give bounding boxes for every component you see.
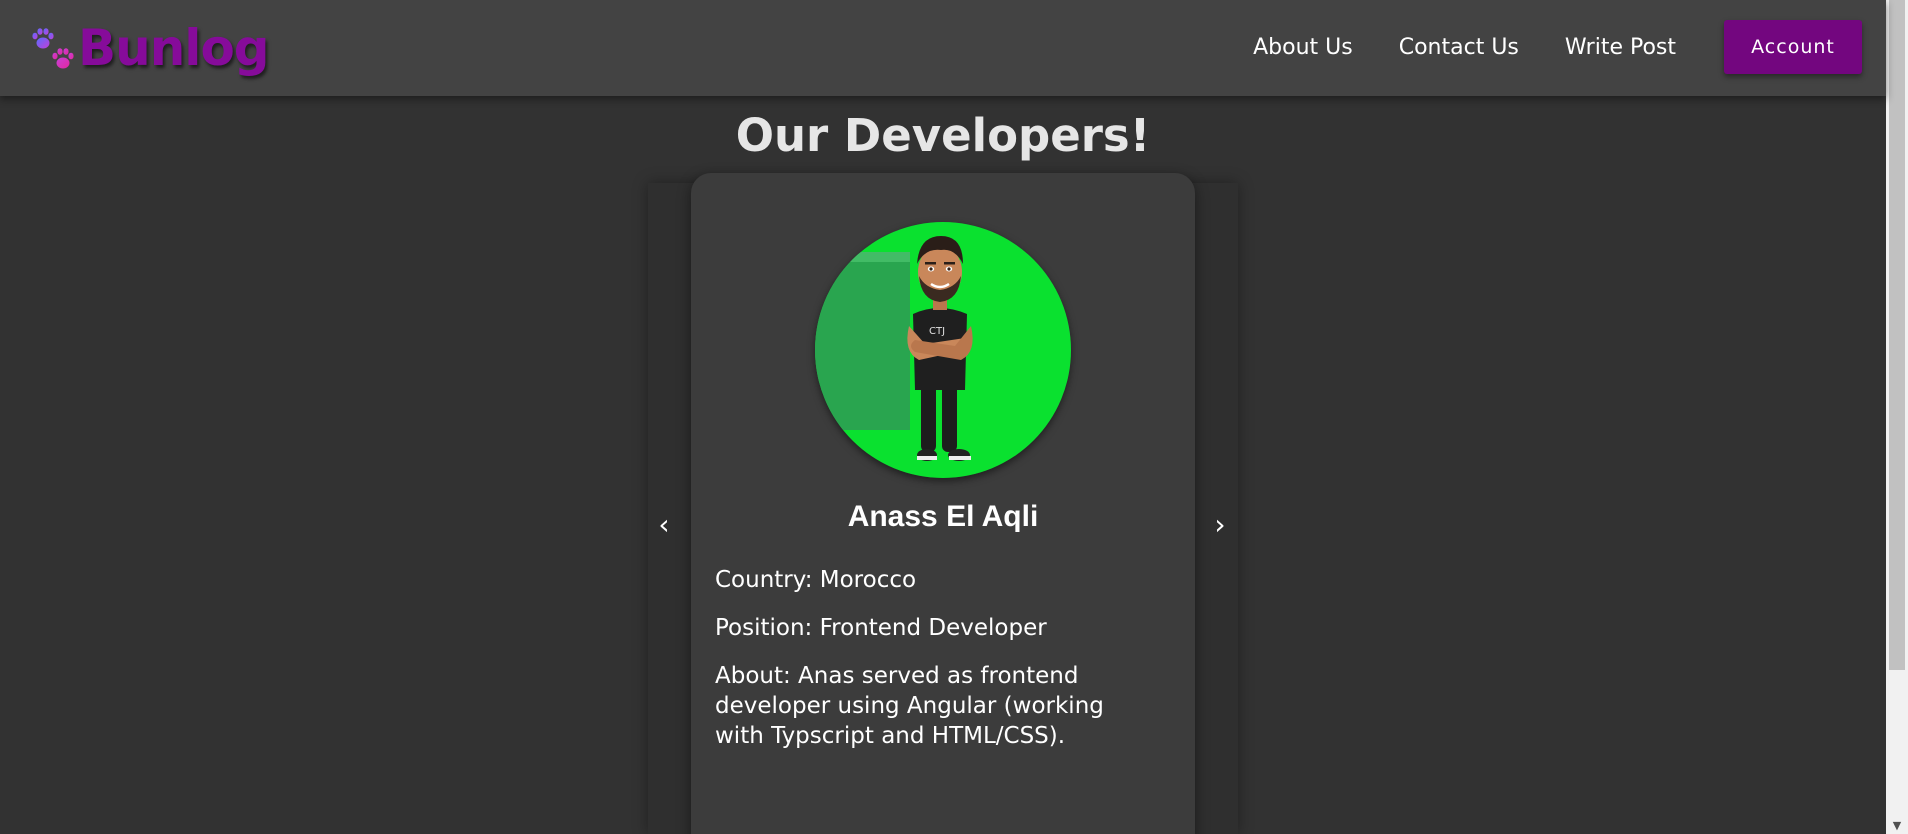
page-title: Our Developers! [735, 109, 1151, 162]
scroll-down-arrow-icon[interactable]: ▼ [1886, 819, 1908, 832]
developer-country: Country: Morocco [715, 567, 917, 593]
nav-link-about-us[interactable]: About Us [1253, 35, 1353, 60]
brand-name: Bunlog [78, 19, 270, 77]
developer-about: About: Anas served as frontend developer… [715, 663, 1104, 749]
scrollbar-thumb[interactable] [1889, 0, 1905, 670]
nav-link-contact-us[interactable]: Contact Us [1399, 35, 1519, 60]
page: Bunlog About Us Contact Us Write Post Ac… [0, 0, 1908, 834]
developer-card: CTJ Anass El Aqli Country: Morocco Posit… [691, 173, 1195, 834]
chevron-right-icon[interactable]: › [1205, 505, 1235, 545]
account-button[interactable]: Account [1724, 20, 1862, 74]
nav-links: About Us Contact Us Write Post Account [1207, 20, 1862, 74]
vertical-scrollbar[interactable]: ▼ [1886, 0, 1908, 834]
developer-name: Anass El Aqli [847, 500, 1039, 533]
svg-text:CTJ: CTJ [929, 326, 945, 337]
navbar: Bunlog About Us Contact Us Write Post Ac… [0, 0, 1886, 96]
logo[interactable]: Bunlog [28, 18, 270, 78]
chevron-left-icon[interactable]: ‹ [649, 505, 679, 545]
developer-position: Position: Frontend Developer [715, 615, 1047, 641]
nav-link-write-post[interactable]: Write Post [1565, 35, 1676, 60]
developer-avatar: CTJ [815, 222, 1071, 478]
paw-prints-icon [28, 22, 80, 74]
